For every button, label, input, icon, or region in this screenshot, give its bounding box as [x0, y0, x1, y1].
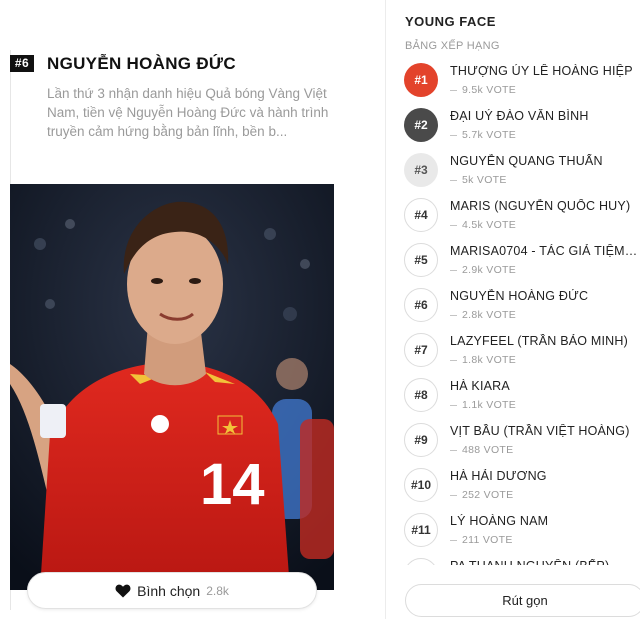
ranking-item[interactable]: #9 VỊT BẦU (TRẦN VIỆT HOÀNG) 488 VOTE	[404, 420, 640, 465]
dash-divider	[450, 134, 457, 136]
ranking-votes: 488 VOTE	[450, 444, 513, 456]
jersey-number: 14	[200, 452, 265, 517]
ranking-votes: 2.8k VOTE	[450, 309, 516, 321]
ranking-name: LÝ HOÀNG NAM	[450, 514, 549, 528]
rank-badge: #7	[404, 333, 438, 367]
ranking-votes: 252 VOTE	[450, 489, 513, 501]
rank-badge: #4	[404, 198, 438, 232]
ranking-vote-count: 5k VOTE	[462, 174, 507, 186]
ranking-votes: 9.5k VOTE	[450, 84, 516, 96]
dash-divider	[450, 179, 457, 181]
ranking-vote-count: 2.9k VOTE	[462, 264, 517, 276]
ranking-votes: 5.7k VOTE	[450, 129, 516, 141]
ranking-item[interactable]: #12 PA THANH NGUYÊN (BẾP)	[404, 555, 640, 565]
ranking-name: THƯỢNG ÚY LÊ HOÀNG HIỆP	[450, 64, 633, 78]
profile-photo[interactable]: 14	[10, 184, 334, 590]
ranking-item[interactable]: #2 ĐẠI UÝ ĐÀO VĂN BÌNH 5.7k VOTE	[404, 105, 640, 150]
profile-name[interactable]: NGUYỄN HOÀNG ĐỨC	[47, 54, 236, 74]
ranking-name: HÀ KIARA	[450, 379, 510, 393]
ranking-name: MARISA0704 - TÁC GIẢ TIỆM BÁNH...	[450, 244, 640, 258]
ranking-votes: 1.1k VOTE	[450, 399, 516, 411]
ranking-item[interactable]: #4 MARIS (NGUYỄN QUỐC HUY) 4.5k VOTE	[404, 195, 640, 240]
ranking-name: PA THANH NGUYÊN (BẾP)	[450, 559, 640, 565]
ranking-name: HÀ HẢI DƯƠNG	[450, 469, 547, 483]
ranking-name: VỊT BẦU (TRẦN VIỆT HOÀNG)	[450, 424, 630, 438]
ranking-item[interactable]: #1 THƯỢNG ÚY LÊ HOÀNG HIỆP 9.5k VOTE	[404, 60, 640, 105]
ranking-name: MARIS (NGUYỄN QUỐC HUY)	[450, 199, 631, 213]
ranking-vote-count: 1.1k VOTE	[462, 399, 517, 411]
panel-title: YOUNG FACE	[405, 14, 496, 29]
profile-card: #6 NGUYỄN HOÀNG ĐỨC Lần thứ 3 nhận danh …	[0, 0, 385, 619]
ranking-item[interactable]: #5 MARISA0704 - TÁC GIẢ TIỆM BÁNH... 2.9k …	[404, 240, 640, 285]
ranking-vote-count: 9.5k VOTE	[462, 84, 517, 96]
rank-tag: #6	[10, 55, 34, 72]
vote-button-label: Bình chọn	[137, 582, 201, 599]
ranking-vote-count: 252 VOTE	[462, 489, 514, 501]
rank-badge: #12	[404, 558, 438, 565]
ranking-votes: 211 VOTE	[450, 534, 513, 546]
ranking-name: LAZYFEEL (TRẦN BẢO MINH)	[450, 334, 628, 348]
ranking-votes: 2.9k VOTE	[450, 264, 516, 276]
dash-divider	[450, 404, 457, 406]
ranking-vote-count: 1.8k VOTE	[462, 354, 517, 366]
ranking-vote-count: 2.8k VOTE	[462, 309, 517, 321]
rank-badge: #6	[404, 288, 438, 322]
profile-description[interactable]: Lần thứ 3 nhận danh hiệu Quả bóng Vàng V…	[47, 84, 347, 141]
ranking-item[interactable]: #8 HÀ KIARA 1.1k VOTE	[404, 375, 640, 420]
ranking-vote-count: 4.5k VOTE	[462, 219, 517, 231]
dash-divider	[450, 449, 457, 451]
ranking-vote-count: 5.7k VOTE	[462, 129, 517, 141]
dash-divider	[450, 89, 457, 91]
collapse-button[interactable]: Rút gọn	[405, 584, 640, 617]
ranking-item[interactable]: #11 LÝ HOÀNG NAM 211 VOTE	[404, 510, 640, 555]
vote-button[interactable]: Bình chọn 2.8k	[27, 572, 317, 609]
rank-badge: #1	[404, 63, 438, 97]
ranking-list[interactable]: #1 THƯỢNG ÚY LÊ HOÀNG HIỆP 9.5k VOTE #2 ĐẠI …	[386, 60, 640, 565]
ranking-item[interactable]: #3 NGUYỄN QUANG THUẤN 5k VOTE	[404, 150, 640, 195]
ranking-votes: 5k VOTE	[450, 174, 507, 186]
heart-icon	[115, 584, 131, 597]
ranking-votes: 1.8k VOTE	[450, 354, 516, 366]
ranking-item[interactable]: #10 HÀ HẢI DƯƠNG 252 VOTE	[404, 465, 640, 510]
ranking-item[interactable]: #6 NGUYỄN HOÀNG ĐỨC 2.8k VOTE	[404, 285, 640, 330]
rank-badge: #8	[404, 378, 438, 412]
rank-badge: #10	[404, 468, 438, 502]
ranking-panel: YOUNG FACE BẢNG XẾP HẠNG #1 THƯỢNG ÚY LÊ …	[386, 0, 640, 619]
dash-divider	[450, 224, 457, 226]
ranking-votes: 4.5k VOTE	[450, 219, 516, 231]
ranking-item[interactable]: #7 LAZYFEEL (TRẦN BẢO MINH) 1.8k VOTE	[404, 330, 640, 375]
rank-badge: #3	[404, 153, 438, 187]
rank-badge: #2	[404, 108, 438, 142]
panel-subtitle: BẢNG XẾP HẠNG	[405, 40, 500, 52]
dash-divider	[450, 494, 457, 496]
ranking-name: NGUYỄN HOÀNG ĐỨC	[450, 289, 589, 303]
rank-badge: #11	[404, 513, 438, 547]
rank-badge: #5	[404, 243, 438, 277]
ranking-vote-count: 488 VOTE	[462, 444, 514, 456]
ranking-vote-count: 211 VOTE	[462, 534, 513, 546]
dash-divider	[450, 314, 457, 316]
rank-badge: #9	[404, 423, 438, 457]
vote-count: 2.8k	[206, 583, 229, 598]
ranking-name: ĐẠI UÝ ĐÀO VĂN BÌNH	[450, 109, 589, 123]
ranking-name: NGUYỄN QUANG THUẤN	[450, 154, 603, 168]
dash-divider	[450, 359, 457, 361]
dash-divider	[450, 539, 457, 541]
dash-divider	[450, 269, 457, 271]
